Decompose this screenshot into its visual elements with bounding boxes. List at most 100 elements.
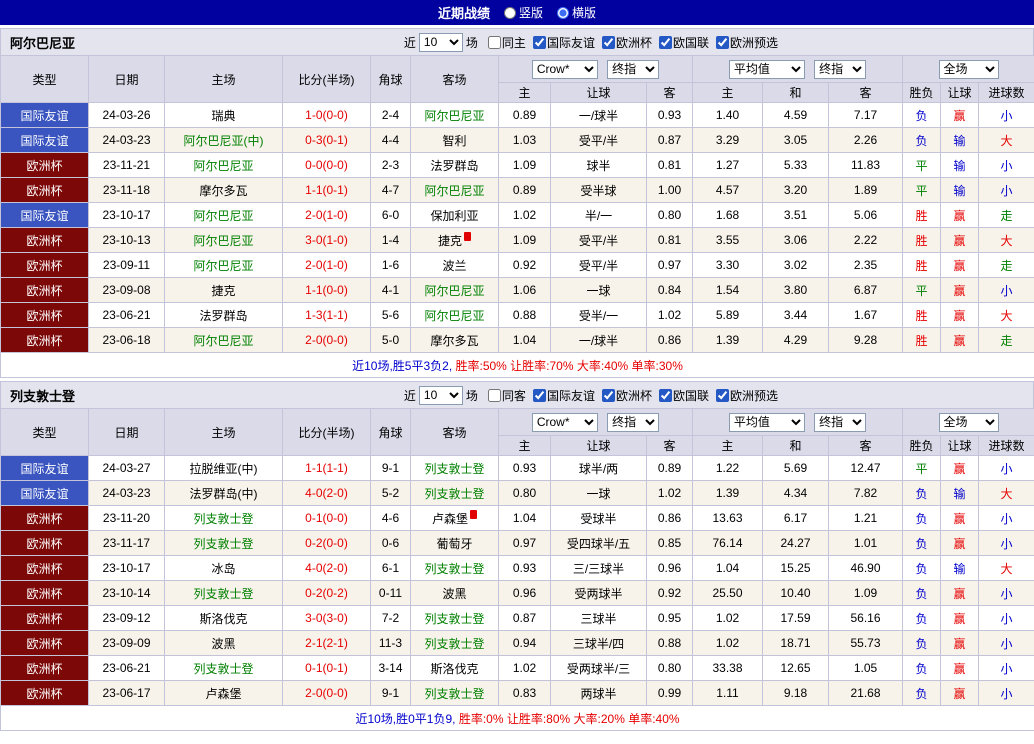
ah-away-odds-cell: 0.93: [647, 103, 693, 128]
filter-option-国际友谊[interactable]: 国际友谊: [533, 387, 595, 404]
recent-count-select[interactable]: 10: [419, 386, 463, 405]
ah-away-odds-cell: 0.81: [647, 228, 693, 253]
result-scope-header: 全场: [903, 56, 1034, 83]
away-team-cell: 斯洛伐克: [411, 656, 499, 681]
result-scope-header: 全场: [903, 409, 1034, 436]
eu-home-odds-cell: 1.54: [693, 278, 763, 303]
scope-select[interactable]: 全场: [939, 60, 999, 79]
filter-checkbox[interactable]: [659, 389, 672, 402]
handicap-cell: 一/球半: [551, 103, 647, 128]
match-result-cell: 胜: [903, 303, 941, 328]
away-team-cell: 卢森堡: [411, 506, 499, 531]
match-date-cell: 23-11-20: [89, 506, 165, 531]
ah-away-odds-cell: 0.89: [647, 456, 693, 481]
home-team-name: 列支敦士登: [193, 537, 253, 551]
match-row: 欧洲杯23-11-18摩尔多瓦1-1(0-1)4-7阿尔巴尼亚0.89受半球1.…: [1, 178, 1034, 203]
eu-away-odds-cell: 46.90: [829, 556, 903, 581]
handicap-result-cell: 输: [941, 556, 979, 581]
handicap-cell: 受平/半: [551, 128, 647, 153]
eu-away-odds-cell: 2.26: [829, 128, 903, 153]
ah-away-odds-cell: 0.86: [647, 328, 693, 353]
home-team-cell: 法罗群岛(中): [165, 481, 283, 506]
match-row: 欧洲杯23-11-17列支敦士登0-2(0-0)0-6葡萄牙0.97受四球半/五…: [1, 531, 1034, 556]
match-type-cell: 欧洲杯: [1, 656, 89, 681]
recent-count-select[interactable]: 10: [419, 33, 463, 52]
euro-final-select[interactable]: 终指: [814, 413, 866, 432]
match-row: 国际友谊24-03-27拉脱维亚(中)1-1(1-1)9-1列支敦士登0.93球…: [1, 456, 1034, 481]
filter-checkbox[interactable]: [533, 36, 546, 49]
filter-option-国际友谊[interactable]: 国际友谊: [533, 34, 595, 51]
goals-result-cell: 大: [979, 303, 1034, 328]
subcol-eu-draw-odds: 和: [763, 436, 829, 456]
col-header-score: 比分(半场): [283, 409, 371, 456]
layout-option-vertical[interactable]: 竖版: [504, 4, 543, 21]
eu-home-odds-cell: 1.02: [693, 606, 763, 631]
home-team-name: 捷克: [211, 284, 235, 298]
filter-checkbox[interactable]: [533, 389, 546, 402]
euro-final-select[interactable]: 终指: [814, 60, 866, 79]
away-team-cell: 捷克: [411, 228, 499, 253]
eu-away-odds-cell: 1.01: [829, 531, 903, 556]
score-cell: 3-0(3-0): [283, 606, 371, 631]
score-cell: 2-0(0-0): [283, 681, 371, 706]
ah-home-odds-cell: 0.89: [499, 103, 551, 128]
match-type-cell: 欧洲杯: [1, 581, 89, 606]
filter-option-欧洲预选[interactable]: 欧洲预选: [716, 387, 778, 404]
match-type-cell: 国际友谊: [1, 203, 89, 228]
filter-option-欧国联[interactable]: 欧国联: [659, 34, 709, 51]
away-team-name: 阿尔巴尼亚: [424, 109, 484, 123]
layout-option-horizontal[interactable]: 横版: [557, 4, 596, 21]
eu-home-odds-cell: 3.29: [693, 128, 763, 153]
eu-draw-odds-cell: 5.33: [763, 153, 829, 178]
scope-select[interactable]: 全场: [939, 413, 999, 432]
ah-home-odds-cell: 1.04: [499, 328, 551, 353]
filter-option-label: 国际友谊: [547, 34, 595, 51]
filter-option-欧国联[interactable]: 欧国联: [659, 387, 709, 404]
filter-checkbox[interactable]: [488, 36, 501, 49]
layout-radio-input-1[interactable]: [557, 7, 569, 19]
away-team-name: 阿尔巴尼亚: [424, 284, 484, 298]
eu-away-odds-cell: 55.73: [829, 631, 903, 656]
match-date-cell: 23-09-11: [89, 253, 165, 278]
ah-away-odds-cell: 0.92: [647, 581, 693, 606]
filter-checkbox[interactable]: [716, 36, 729, 49]
filter-checkbox[interactable]: [602, 36, 615, 49]
eu-draw-odds-cell: 18.71: [763, 631, 829, 656]
filter-option-欧洲杯[interactable]: 欧洲杯: [602, 387, 652, 404]
filter-checkbox[interactable]: [488, 389, 501, 402]
summary-text: 近10场,胜0平1负9,: [355, 712, 458, 726]
filter-checkbox[interactable]: [659, 36, 672, 49]
filter-checkbox[interactable]: [716, 389, 729, 402]
handicap-result-cell: 赢: [941, 303, 979, 328]
away-team-name: 列支敦士登: [424, 687, 484, 701]
handicap-cell: 球半: [551, 153, 647, 178]
home-team-name: 阿尔巴尼亚: [193, 259, 253, 273]
euro-source-select[interactable]: 平均值: [729, 60, 805, 79]
asia-final-select[interactable]: 终指: [607, 413, 659, 432]
summary-row: 近10场,胜5平3负2, 胜率:50% 让胜率:70% 大率:40% 单率:30…: [1, 353, 1034, 378]
corner-cell: 9-1: [371, 681, 411, 706]
match-row: 欧洲杯23-11-21阿尔巴尼亚0-0(0-0)2-3法罗群岛1.09球半0.8…: [1, 153, 1034, 178]
filter-option-同客[interactable]: 同客: [488, 387, 526, 404]
handicap-cell: 受平/半: [551, 228, 647, 253]
match-result-cell: 负: [903, 656, 941, 681]
euro-source-select[interactable]: 平均值: [729, 413, 805, 432]
asia-final-select[interactable]: 终指: [607, 60, 659, 79]
score-cell: 0-1(0-1): [283, 656, 371, 681]
layout-option-horizontal-label: 横版: [572, 4, 596, 21]
recent-prefix-label: 近: [404, 387, 416, 404]
goals-result-cell: 小: [979, 103, 1034, 128]
asia-source-select[interactable]: Crow*: [532, 413, 598, 432]
asia-odds-header: Crow* 终指: [499, 409, 693, 436]
away-team-cell: 保加利亚: [411, 203, 499, 228]
section-header-bar: 列支敦士登 近 10 场 同客国际友谊欧洲杯欧国联欧洲预选: [0, 381, 1034, 408]
layout-radio-input-0[interactable]: [504, 7, 516, 19]
filter-checkbox[interactable]: [602, 389, 615, 402]
filter-option-同主[interactable]: 同主: [488, 34, 526, 51]
goals-result-cell: 大: [979, 556, 1034, 581]
filter-option-欧洲杯[interactable]: 欧洲杯: [602, 34, 652, 51]
eu-away-odds-cell: 7.17: [829, 103, 903, 128]
filter-option-欧洲预选[interactable]: 欧洲预选: [716, 34, 778, 51]
asia-source-select[interactable]: Crow*: [532, 60, 598, 79]
goals-result-cell: 小: [979, 581, 1034, 606]
